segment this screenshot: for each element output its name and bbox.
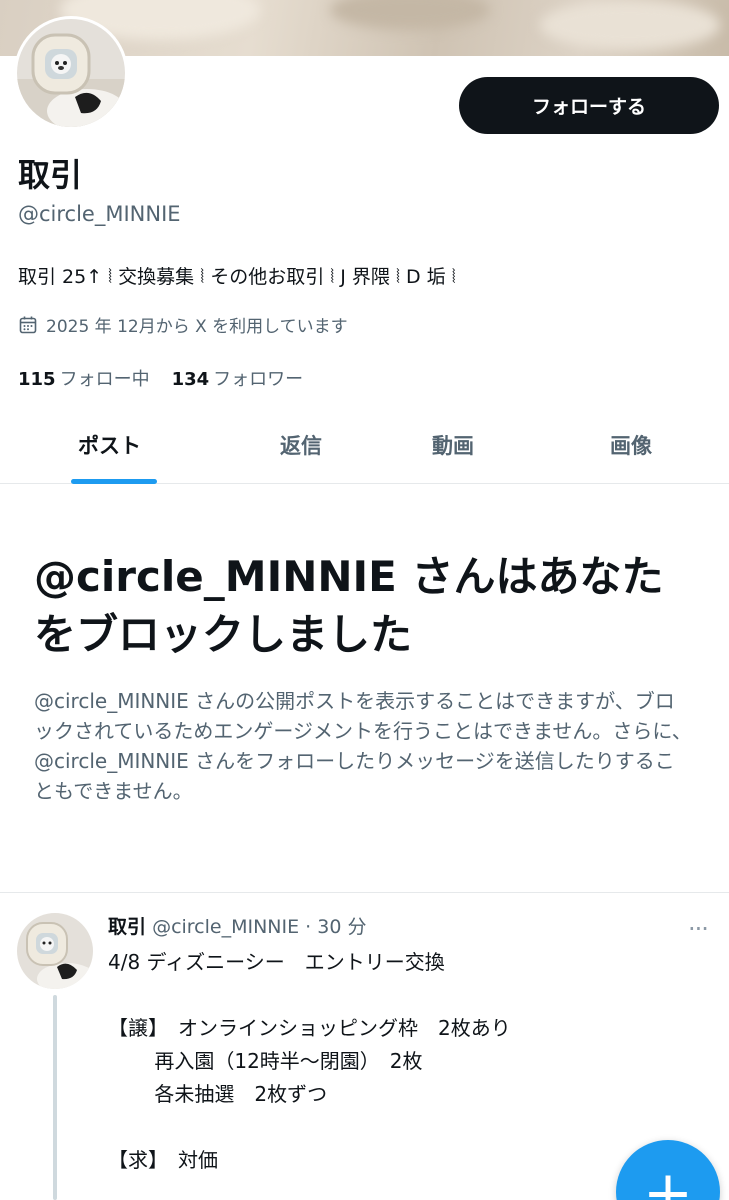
avatar-image: [17, 19, 125, 127]
profile-tabs: ポスト 返信 動画 画像: [0, 410, 729, 484]
following-label: フォロー中: [59, 369, 150, 390]
tab-posts[interactable]: ポスト: [78, 430, 141, 460]
following-link[interactable]: 115 フォロー中: [18, 365, 150, 391]
plus-icon: +: [642, 1158, 694, 1200]
active-tab-indicator: [71, 479, 157, 484]
post-author-name[interactable]: 取引: [108, 916, 146, 938]
following-count: 115: [18, 369, 56, 390]
post-text-line: 4/8 ディズニーシー エントリー交換: [108, 950, 445, 974]
post-text-line: 再入園（12時半〜閉園） 2枚: [108, 1049, 423, 1073]
profile-display-name: 取引: [18, 156, 83, 194]
tab-images[interactable]: 画像: [610, 430, 652, 460]
post-text-line: 【求】 対価: [108, 1148, 218, 1172]
tab-replies[interactable]: 返信: [280, 430, 322, 460]
profile-bio: 取引 25↑ ⦚ 交換募集 ⦚ その他お取引 ⦚ J 界隈 ⦚ D 垢 ⦚: [18, 266, 456, 288]
followers-link[interactable]: 134 フォロワー: [172, 365, 304, 391]
more-icon[interactable]: ···: [688, 915, 709, 943]
joined-text: 2025 年 12月から X を利用しています: [46, 317, 348, 337]
compose-button[interactable]: +: [616, 1140, 720, 1200]
profile-avatar[interactable]: [14, 16, 128, 130]
blocked-title: @circle_MINNIE さんはあなたをブロックしました: [34, 552, 664, 659]
calendar-icon: [19, 316, 37, 333]
profile-handle: @circle_MINNIE: [18, 202, 181, 226]
thread-line: [53, 995, 57, 1200]
tab-videos[interactable]: 動画: [432, 430, 474, 460]
post-text-line: 各未抽選 2枚ずつ: [108, 1082, 328, 1106]
post-header: 取引 @circle_MINNIE · 30 分: [108, 912, 366, 939]
followers-count: 134: [171, 369, 210, 390]
post-meta: @circle_MINNIE · 30 分: [152, 916, 367, 938]
blocked-description: @circle_MINNIE さんの公開ポストを表示することはできますが、ブロッ…: [34, 689, 692, 803]
post-avatar[interactable]: [17, 913, 93, 989]
post-text-line: 【譲】 オンラインショッピング枠 2枚あり: [108, 1016, 511, 1040]
profile-stats: 115 フォロー中 134 フォロワー: [18, 365, 303, 391]
section-divider: [0, 892, 729, 893]
followers-label: フォロワー: [213, 369, 304, 390]
profile-joined-date: 2025 年 12月から X を利用しています: [18, 312, 348, 337]
follow-button[interactable]: フォローする: [459, 77, 719, 134]
